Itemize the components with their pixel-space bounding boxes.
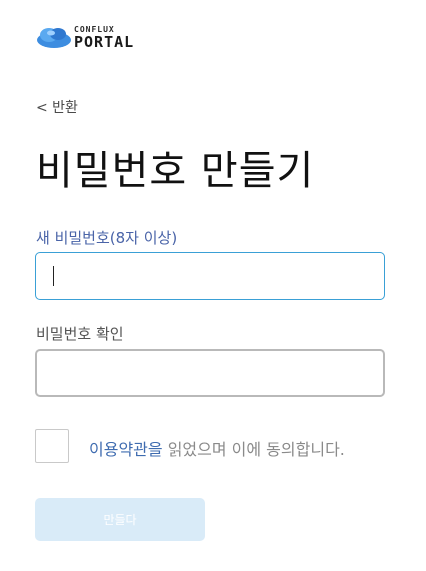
brand-name-bottom: PORTAL xyxy=(74,33,135,51)
new-password-label: 새 비밀번호(8자 이상) xyxy=(36,229,178,247)
create-button[interactable]: 만들다 xyxy=(35,498,205,541)
terms-link[interactable]: 이용약관을 xyxy=(89,440,163,459)
cloud-logo-icon xyxy=(36,24,72,52)
confirm-password-label: 비밀번호 확인 xyxy=(36,325,124,343)
new-password-input[interactable] xyxy=(35,252,385,300)
back-link[interactable]: < 반환 xyxy=(36,97,78,117)
terms-checkbox[interactable] xyxy=(35,429,69,463)
confirm-password-input[interactable] xyxy=(35,349,385,397)
page-title: 비밀번호 만들기 xyxy=(36,148,315,194)
agreement-text: 이용약관을 읽었으며 이에 동의합니다. xyxy=(89,436,345,460)
text-caret xyxy=(53,266,54,286)
brand-logo: CONFLUX PORTAL xyxy=(36,24,134,52)
agreement-suffix: 읽었으며 이에 동의합니다. xyxy=(162,440,345,459)
brand-wordmark: CONFLUX PORTAL xyxy=(74,26,134,50)
